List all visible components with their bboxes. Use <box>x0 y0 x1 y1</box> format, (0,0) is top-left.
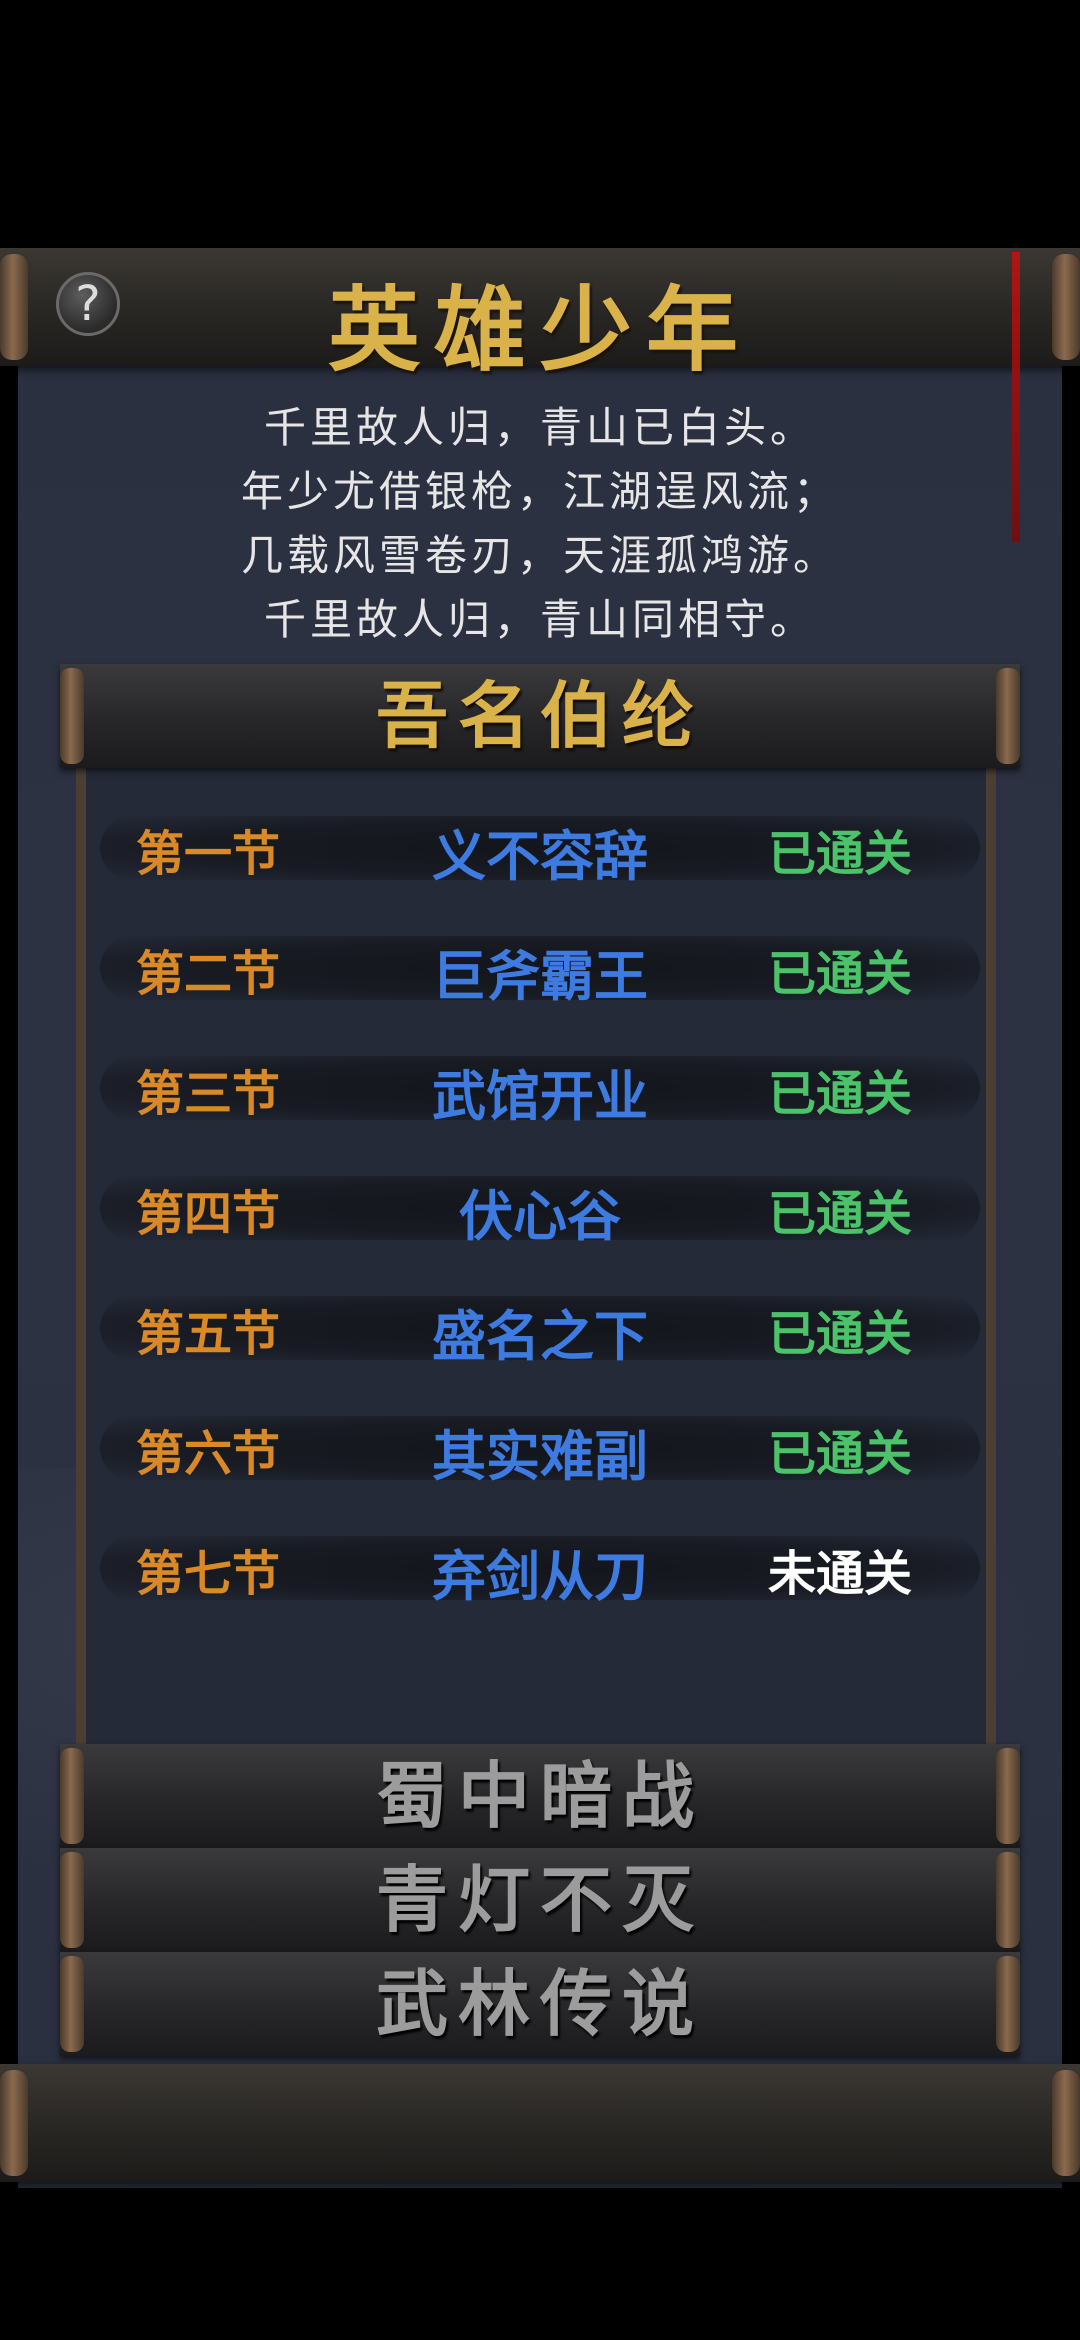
chapter-number: 第五节 <box>136 1306 281 1362</box>
section-title: 吾名伯纶 <box>375 673 704 758</box>
page-title: 英雄少年 <box>327 276 752 384</box>
chapter-number: 第一节 <box>136 826 281 882</box>
poem-line: 千里故人归，青山已白头。 <box>263 403 816 452</box>
poem-line: 几载风雪卷刃，天涯孤鸿游。 <box>240 531 839 580</box>
chapter-number: 第三节 <box>136 1066 281 1122</box>
chapter-status: 已通关 <box>767 1426 912 1482</box>
chapter-name: 伏心谷 <box>459 1185 621 1248</box>
chapter-row-3[interactable]: 第三节 武馆开业 已通关 <box>100 1034 980 1134</box>
section-tab-active[interactable]: 吾名伯纶 <box>60 664 1020 768</box>
chapter-row-1[interactable]: 第一节 义不容辞 已通关 <box>100 794 980 894</box>
chapter-number: 第二节 <box>136 946 281 1002</box>
poem-line: 千里故人归，青山同相守。 <box>263 595 816 644</box>
section-tab-4[interactable]: 武林传说 <box>60 1952 1020 2056</box>
chapter-number: 第四节 <box>136 1186 281 1242</box>
section-title: 青灯不灭 <box>375 1857 704 1942</box>
chapter-name: 其实难副 <box>432 1425 648 1488</box>
chapter-status: 已通关 <box>767 1306 912 1362</box>
chapter-name: 弃剑从刀 <box>432 1545 648 1608</box>
chapter-row-2[interactable]: 第二节 巨斧霸王 已通关 <box>100 914 980 1014</box>
chapter-status: 已通关 <box>767 1186 912 1242</box>
chapter-status: 已通关 <box>767 826 912 882</box>
section-title: 蜀中暗战 <box>375 1753 704 1838</box>
chapter-number: 第六节 <box>136 1426 281 1482</box>
rod-cap-left <box>0 2070 28 2176</box>
chapter-name: 武馆开业 <box>432 1065 648 1128</box>
chapter-status: 未通关 <box>767 1546 912 1602</box>
section-tab-2[interactable]: 蜀中暗战 <box>60 1744 1020 1848</box>
intro-poem: 千里故人归，青山已白头。 年少尤借银枪，江湖逞风流； 几载风雪卷刃，天涯孤鸿游。… <box>0 396 1080 652</box>
rod-cap-right <box>1052 2070 1080 2176</box>
chapter-name: 义不容辞 <box>432 825 648 888</box>
chapter-name: 盛名之下 <box>432 1305 648 1368</box>
chapter-row-6[interactable]: 第六节 其实难副 已通关 <box>100 1394 980 1494</box>
section-tab-3[interactable]: 青灯不灭 <box>60 1848 1020 1952</box>
chapter-status: 已通关 <box>767 1066 912 1122</box>
section-title: 武林传说 <box>375 1961 704 2046</box>
poem-line: 年少尤借银枪，江湖逞风流； <box>240 467 839 516</box>
chapter-row-5[interactable]: 第五节 盛名之下 已通关 <box>100 1274 980 1374</box>
chapter-number: 第七节 <box>136 1546 281 1602</box>
chapter-name: 巨斧霸王 <box>432 945 648 1008</box>
bottom-scroll-rod <box>0 2064 1080 2182</box>
chapter-row-7[interactable]: 第七节 弃剑从刀 未通关 <box>100 1514 980 1614</box>
chapter-status: 已通关 <box>767 946 912 1002</box>
chapter-row-4[interactable]: 第四节 伏心谷 已通关 <box>100 1154 980 1254</box>
